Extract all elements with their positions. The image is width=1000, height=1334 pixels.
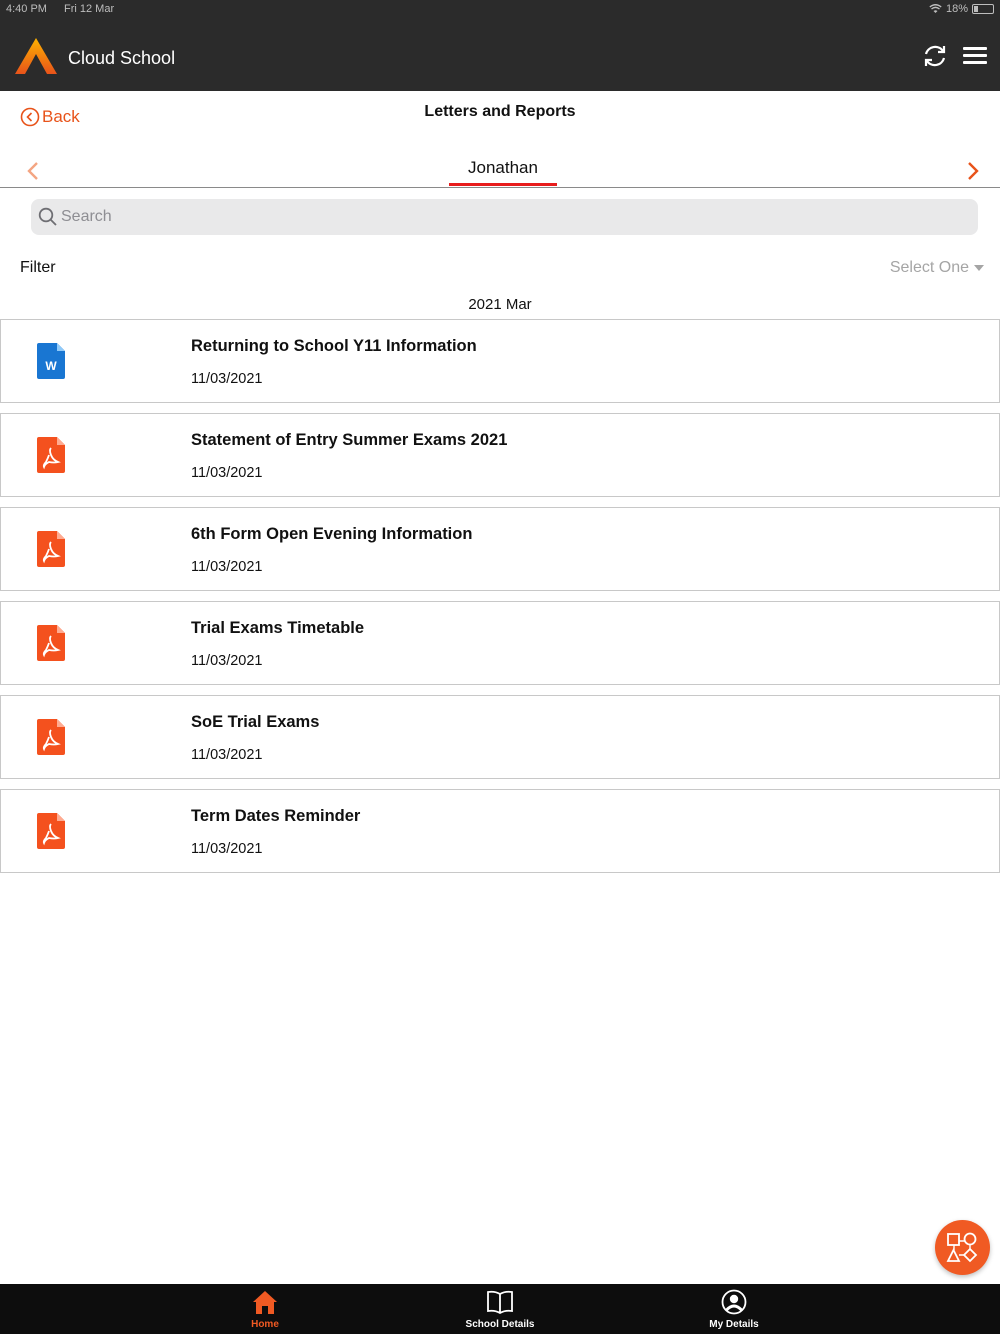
chevron-left-icon[interactable] [26, 160, 40, 182]
chevron-left-circle-icon [20, 107, 40, 127]
battery-percent: 18% [945, 3, 968, 15]
wifi-icon [929, 4, 942, 13]
document-title: Statement of Entry Summer Exams 2021 [191, 431, 508, 449]
tab-label: My Details [709, 1319, 759, 1330]
list-item[interactable]: Statement of Entry Summer Exams 2021 11/… [0, 413, 1000, 497]
list-item[interactable]: W Returning to School Y11 Information 11… [0, 319, 1000, 403]
document-date: 11/03/2021 [191, 465, 263, 481]
user-circle-icon [721, 1289, 747, 1315]
search-icon [38, 207, 57, 226]
tab-label: Home [251, 1319, 279, 1330]
status-time: 4:40 PM [6, 3, 47, 15]
pdf-icon [37, 531, 65, 567]
status-bar: 4:40 PM Fri 12 Mar 18% [0, 0, 1000, 20]
pdf-icon [37, 437, 65, 473]
pdf-icon [37, 625, 65, 661]
tab-school-details[interactable]: School Details [430, 1284, 570, 1334]
cloud-school-logo [15, 38, 57, 74]
filter-dropdown[interactable]: Select One [890, 259, 984, 277]
bottom-tab-bar: Home School Details My Details [0, 1284, 1000, 1334]
document-title: Returning to School Y11 Information [191, 337, 477, 355]
document-date: 11/03/2021 [191, 653, 263, 669]
app-header: 4:40 PM Fri 12 Mar 18% Cloud School [0, 0, 1000, 91]
student-tab-indicator [449, 183, 557, 186]
list-item[interactable]: Term Dates Reminder 11/03/2021 [0, 789, 1000, 873]
app-title: Cloud School [68, 48, 176, 68]
sync-icon[interactable] [921, 42, 949, 70]
floating-action-button[interactable] [935, 1220, 990, 1275]
list-item[interactable]: SoE Trial Exams 11/03/2021 [0, 695, 1000, 779]
home-icon [253, 1291, 277, 1314]
battery-icon [972, 4, 994, 14]
word-doc-icon: W [37, 343, 65, 379]
shapes-icon [946, 1232, 978, 1263]
document-title: 6th Form Open Evening Information [191, 525, 473, 543]
search-bar [31, 199, 978, 235]
section-header: 2021 Mar [468, 296, 532, 313]
caret-down-icon [974, 265, 984, 271]
back-label: Back [42, 107, 80, 126]
tab-my-details[interactable]: My Details [664, 1284, 804, 1334]
chevron-right-icon[interactable] [966, 160, 980, 182]
tab-home[interactable]: Home [195, 1284, 335, 1334]
pdf-icon [37, 719, 65, 755]
status-date: Fri 12 Mar [64, 3, 115, 15]
document-date: 11/03/2021 [191, 841, 263, 857]
document-title: Trial Exams Timetable [191, 619, 365, 637]
document-date: 11/03/2021 [191, 747, 263, 763]
tab-label: School Details [465, 1319, 535, 1330]
document-date: 11/03/2021 [191, 559, 263, 575]
hamburger-menu-icon[interactable] [963, 47, 989, 65]
page-title: Letters and Reports [424, 103, 576, 120]
pdf-icon [37, 813, 65, 849]
list-item[interactable]: 6th Form Open Evening Information 11/03/… [0, 507, 1000, 591]
document-date: 11/03/2021 [191, 371, 263, 387]
app-root: 4:40 PM Fri 12 Mar 18% Cloud School Lett… [0, 0, 1000, 1334]
list-item[interactable]: Trial Exams Timetable 11/03/2021 [0, 601, 1000, 685]
status-indicators: 18% [929, 3, 994, 15]
document-title: SoE Trial Exams [191, 713, 320, 731]
search-input[interactable] [61, 199, 961, 235]
back-button[interactable]: Back [20, 107, 80, 127]
book-icon [487, 1290, 513, 1315]
student-selector: Jonathan [0, 150, 1000, 188]
svg-text:W: W [45, 359, 57, 373]
document-title: Term Dates Reminder [191, 807, 361, 825]
filter-selected-value: Select One [889, 259, 969, 276]
filter-label: Filter [20, 259, 56, 276]
student-name[interactable]: Jonathan [449, 158, 557, 178]
